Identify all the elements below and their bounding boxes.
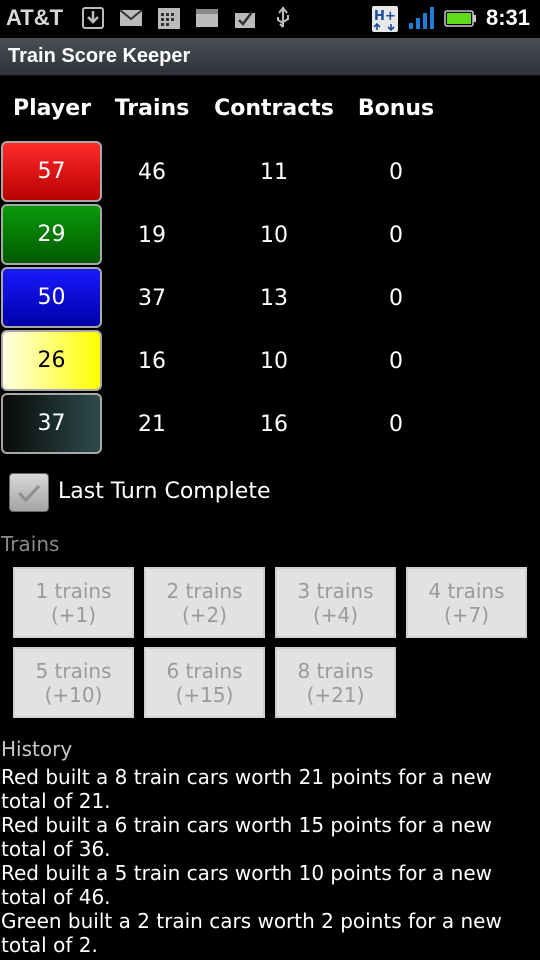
- last-turn-checkbox[interactable]: [9, 473, 49, 512]
- contracts-cell: 13: [260, 286, 288, 311]
- add-6-trains-button[interactable]: 6 trains (+15): [144, 647, 265, 718]
- hspa-icon: H+: [371, 5, 399, 32]
- bonus-cell: 0: [389, 160, 403, 185]
- carrier-name: AT&T: [6, 5, 64, 30]
- history-entry: Red built a 6 train cars worth 15 points…: [1, 813, 492, 861]
- add-4-trains-button[interactable]: 4 trains (+7): [406, 567, 527, 638]
- history-label: History: [1, 737, 73, 761]
- header-bonus: Bonus: [357, 96, 435, 121]
- clock: 8:31: [485, 5, 530, 30]
- player-red-score-button[interactable]: 57: [1, 141, 102, 202]
- contracts-cell: 10: [260, 349, 288, 374]
- download-icon: [80, 5, 106, 31]
- app-title: Train Score Keeper: [8, 45, 191, 67]
- contracts-cell: 11: [260, 160, 288, 185]
- header-trains: Trains: [114, 96, 190, 121]
- battery-icon: [444, 5, 478, 31]
- add-1-trains-button[interactable]: 1 trains (+1): [13, 567, 134, 638]
- contracts-cell: 16: [260, 412, 288, 437]
- history-list: Red built a 8 train cars worth 21 points…: [1, 765, 537, 957]
- player-yellow-score-button[interactable]: 26: [1, 330, 102, 391]
- task-icon: [232, 5, 258, 31]
- trains-cell: 46: [138, 160, 166, 185]
- add-3-trains-button[interactable]: 3 trains (+4): [275, 567, 396, 638]
- title-bar: Train Score Keeper: [0, 38, 540, 76]
- header-player: Player: [13, 96, 91, 121]
- trains-cell: 16: [138, 349, 166, 374]
- bonus-cell: 0: [389, 223, 403, 248]
- player-black-score-button[interactable]: 37: [1, 393, 102, 454]
- signal-icon: [407, 5, 437, 31]
- trains-section-label: Trains: [1, 532, 60, 556]
- status-bar: AT&T H+ 8:31: [0, 0, 540, 38]
- history-entry: Red built a 5 train cars worth 10 points…: [1, 861, 492, 909]
- message-icon: [194, 5, 220, 31]
- usb-icon: [270, 5, 296, 31]
- add-5-trains-button[interactable]: 5 trains (+10): [13, 647, 134, 718]
- trains-cell: 21: [138, 412, 166, 437]
- bonus-cell: 0: [389, 412, 403, 437]
- bonus-cell: 0: [389, 349, 403, 374]
- trains-cell: 37: [138, 286, 166, 311]
- player-green-score-button[interactable]: 29: [1, 204, 102, 265]
- contracts-cell: 10: [260, 223, 288, 248]
- last-turn-label[interactable]: Last Turn Complete: [58, 479, 270, 504]
- add-2-trains-button[interactable]: 2 trains (+2): [144, 567, 265, 638]
- add-8-trains-button[interactable]: 8 trains (+21): [275, 647, 396, 718]
- mail-icon: [118, 5, 144, 31]
- svg-text:H+: H+: [374, 9, 396, 24]
- player-blue-score-button[interactable]: 50: [1, 267, 102, 328]
- header-contracts: Contracts: [214, 96, 334, 121]
- calendar-icon: [156, 5, 182, 31]
- trains-cell: 19: [138, 223, 166, 248]
- checkmark-icon: [17, 484, 41, 503]
- history-entry: Green built a 2 train cars worth 2 point…: [1, 909, 502, 957]
- bonus-cell: 0: [389, 286, 403, 311]
- history-entry: Red built a 8 train cars worth 21 points…: [1, 765, 492, 813]
